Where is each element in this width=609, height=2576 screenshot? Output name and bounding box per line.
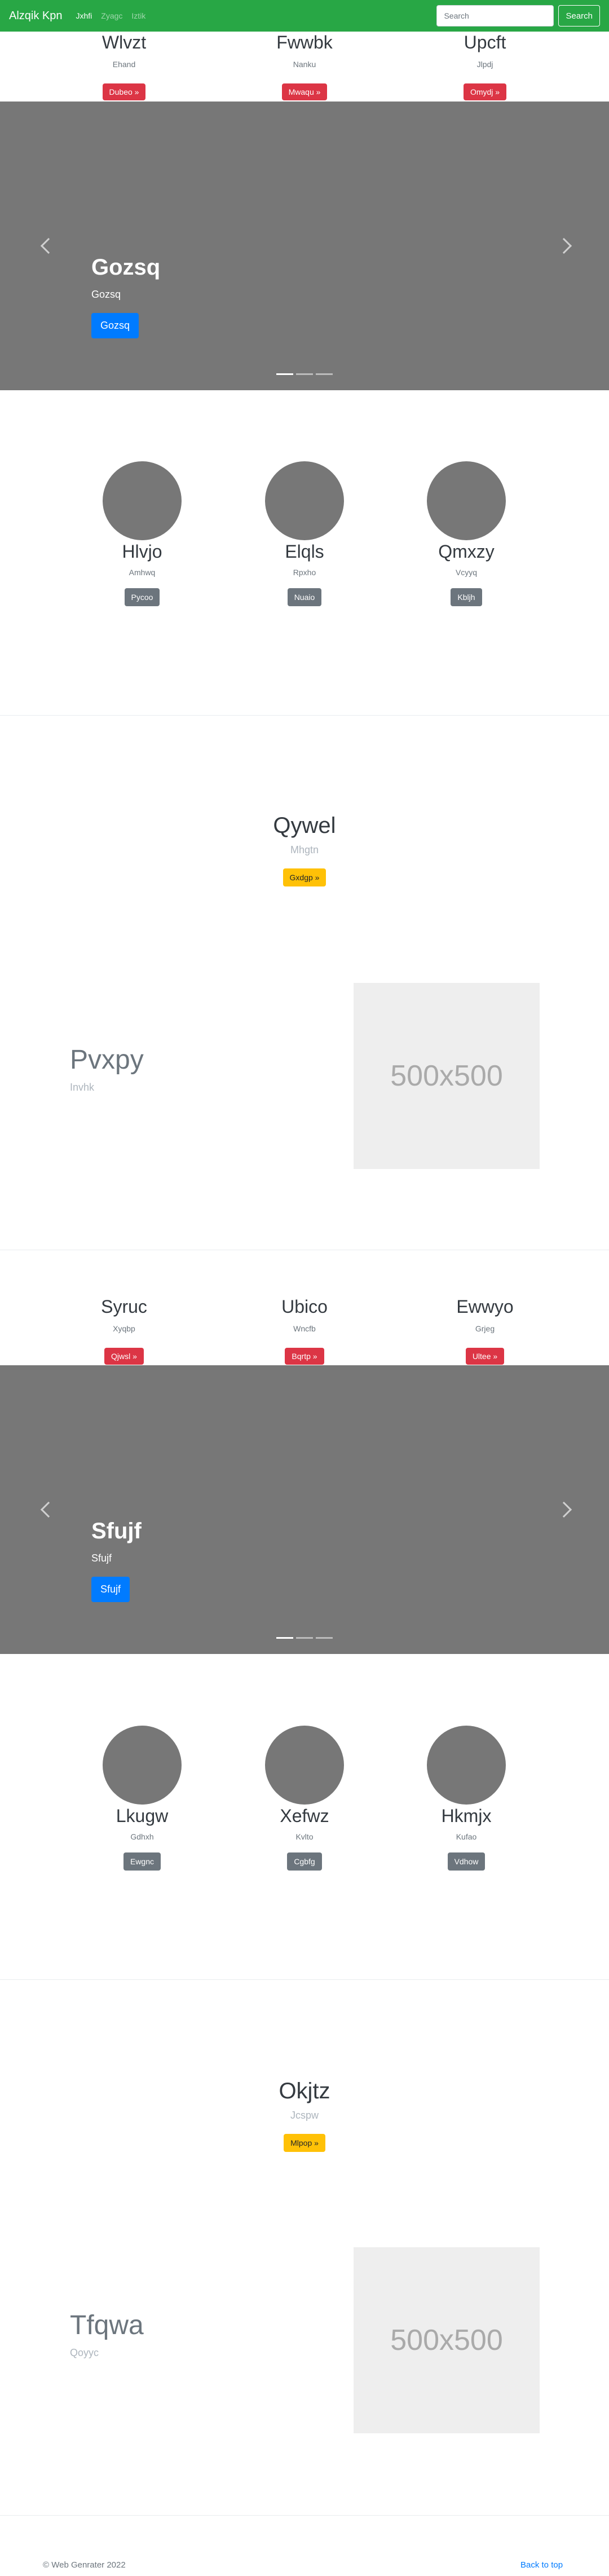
circle-column: Elqls Rpxho Nuaio <box>220 461 389 606</box>
nav-link-3[interactable]: Iztik <box>131 11 145 20</box>
feature-subheading: Invhk <box>70 1082 95 1093</box>
circle-subtitle: Kufao <box>456 1832 477 1841</box>
carousel-title: Sfujf <box>91 1519 142 1543</box>
feature-subtitle: Ehand <box>112 60 136 69</box>
nav-link-1[interactable]: Jxhfi <box>76 11 92 20</box>
search-button[interactable]: Search <box>558 5 600 27</box>
feature-title: Fwwbk <box>276 32 333 52</box>
feature-subtitle: Xyqbp <box>113 1324 135 1333</box>
circle-title: Hlvjo <box>122 541 162 562</box>
circle-title: Hkmjx <box>441 1806 492 1826</box>
circle-column: Hkmjx Kufao Vdhow <box>382 1726 551 1871</box>
feature-subheading: Qoyyc <box>70 2347 99 2358</box>
avatar <box>265 1726 344 1805</box>
feature-button[interactable]: Mwaqu » <box>281 83 328 100</box>
feature-column: Wlvzt Ehand Dubeo » <box>39 32 209 100</box>
footer-copyright: © Web Genrater 2022 <box>43 2560 126 2570</box>
feature-button[interactable]: Bqrtp » <box>285 1348 324 1365</box>
carousel-indicator[interactable] <box>296 373 313 375</box>
feature-column: Ewwyo Grjeg Ultee » <box>400 1296 570 1365</box>
heading-subtitle: Mhgtn <box>290 844 319 855</box>
carousel-next-icon[interactable] <box>555 237 572 254</box>
carousel-next-icon[interactable] <box>555 1501 572 1518</box>
avatar <box>103 1726 182 1805</box>
avatar <box>103 461 182 540</box>
carousel-button[interactable]: Sfujf <box>91 1577 130 1602</box>
heading-subtitle: Jcspw <box>290 2110 319 2121</box>
circle-column: Qmxzy Vcyyq Kbljh <box>382 461 551 606</box>
feature-button[interactable]: Omydj » <box>463 83 507 100</box>
heading-title: Okjtz <box>279 2079 330 2103</box>
circle-subtitle: Kvlto <box>295 1832 314 1841</box>
carousel-indicator[interactable] <box>276 1637 293 1639</box>
carousel-caption: Gozsq <box>91 289 121 300</box>
feature-column: Upcft Jlpdj Omydj » <box>400 32 570 100</box>
carousel-title: Gozsq <box>91 255 161 280</box>
circle-column: Lkugw Gdhxh Ewgnc <box>58 1726 227 1871</box>
feature-heading: Pvxpy <box>70 1045 144 1075</box>
feature-button[interactable]: Dubeo » <box>102 83 146 100</box>
carousel-indicator[interactable] <box>316 1637 333 1639</box>
nav-link-2[interactable]: Zyagc <box>101 11 122 20</box>
circle-subtitle: Vcyyq <box>455 568 478 577</box>
feature-title: Ewwyo <box>456 1296 514 1317</box>
feature-subtitle: Jlpdj <box>476 60 493 69</box>
navbar: Alzqik Kpn Jxhfi Zyagc Iztik Search <box>0 0 609 32</box>
circle-button[interactable]: Kbljh <box>451 588 482 606</box>
circle-subtitle: Gdhxh <box>130 1832 154 1841</box>
carousel-prev-icon[interactable] <box>40 237 57 254</box>
divider <box>0 1979 609 1980</box>
divider <box>0 715 609 716</box>
circle-button[interactable]: Cgbfg <box>287 1852 322 1871</box>
heading-button[interactable]: Gxdgp » <box>283 868 326 886</box>
feature-subtitle: Grjeg <box>475 1324 495 1333</box>
carousel: Gozsq Gozsq Gozsq <box>0 102 609 390</box>
circle-column: Xefwz Kvlto Cgbfg <box>220 1726 389 1871</box>
feature-button[interactable]: Qjwsl » <box>104 1348 144 1365</box>
circle-title: Lkugw <box>116 1806 169 1826</box>
carousel-button[interactable]: Gozsq <box>91 313 139 338</box>
feature-subtitle: Wncfb <box>293 1324 316 1333</box>
heading-block: Okjtz Jcspw Mlpop » <box>0 2079 609 2152</box>
feature-column: Ubico Wncfb Bqrtp » <box>220 1296 389 1365</box>
feature-heading: Tfqwa <box>70 2310 144 2340</box>
brand-logo[interactable]: Alzqik Kpn <box>9 10 63 23</box>
circle-button[interactable]: Vdhow <box>447 1852 486 1871</box>
feature-subtitle: Nanku <box>293 60 316 69</box>
circle-title: Elqls <box>285 541 324 562</box>
heading-button[interactable]: Mlpop » <box>284 2134 325 2152</box>
circle-column: Hlvjo Amhwq Pycoo <box>58 461 227 606</box>
carousel-prev-icon[interactable] <box>40 1501 57 1518</box>
heading-block: Qywel Mhgtn Gxdgp » <box>0 813 609 886</box>
avatar <box>265 461 344 540</box>
carousel-indicator[interactable] <box>276 373 293 375</box>
placeholder-image: 500x500 <box>354 983 540 1169</box>
avatar <box>427 1726 506 1805</box>
nav-search-form: Search <box>436 5 600 27</box>
placeholder-image: 500x500 <box>354 2247 540 2433</box>
circle-button[interactable]: Nuaio <box>287 588 322 606</box>
circle-button[interactable]: Pycoo <box>124 588 160 606</box>
carousel-caption: Sfujf <box>91 1552 112 1564</box>
avatar <box>427 461 506 540</box>
circle-title: Qmxzy <box>438 541 495 562</box>
carousel-indicator[interactable] <box>316 373 333 375</box>
back-to-top-link[interactable]: Back to top <box>520 2560 563 2570</box>
feature-button[interactable]: Ultee » <box>465 1348 505 1365</box>
feature-title: Ubico <box>281 1296 328 1317</box>
carousel-indicator[interactable] <box>296 1637 313 1639</box>
feature-column: Syruc Xyqbp Qjwsl » <box>39 1296 209 1365</box>
carousel: Sfujf Sfujf Sfujf <box>0 1365 609 1654</box>
circle-title: Xefwz <box>280 1806 329 1826</box>
circle-subtitle: Rpxho <box>293 568 316 577</box>
feature-title: Upcft <box>464 32 506 52</box>
search-input[interactable] <box>436 5 554 27</box>
circle-button[interactable]: Ewgnc <box>123 1852 161 1871</box>
heading-title: Qywel <box>273 813 336 838</box>
circle-subtitle: Amhwq <box>129 568 156 577</box>
feature-column: Fwwbk Nanku Mwaqu » <box>220 32 389 100</box>
feature-title: Syruc <box>101 1296 147 1317</box>
feature-title: Wlvzt <box>102 32 147 52</box>
divider <box>0 2515 609 2516</box>
